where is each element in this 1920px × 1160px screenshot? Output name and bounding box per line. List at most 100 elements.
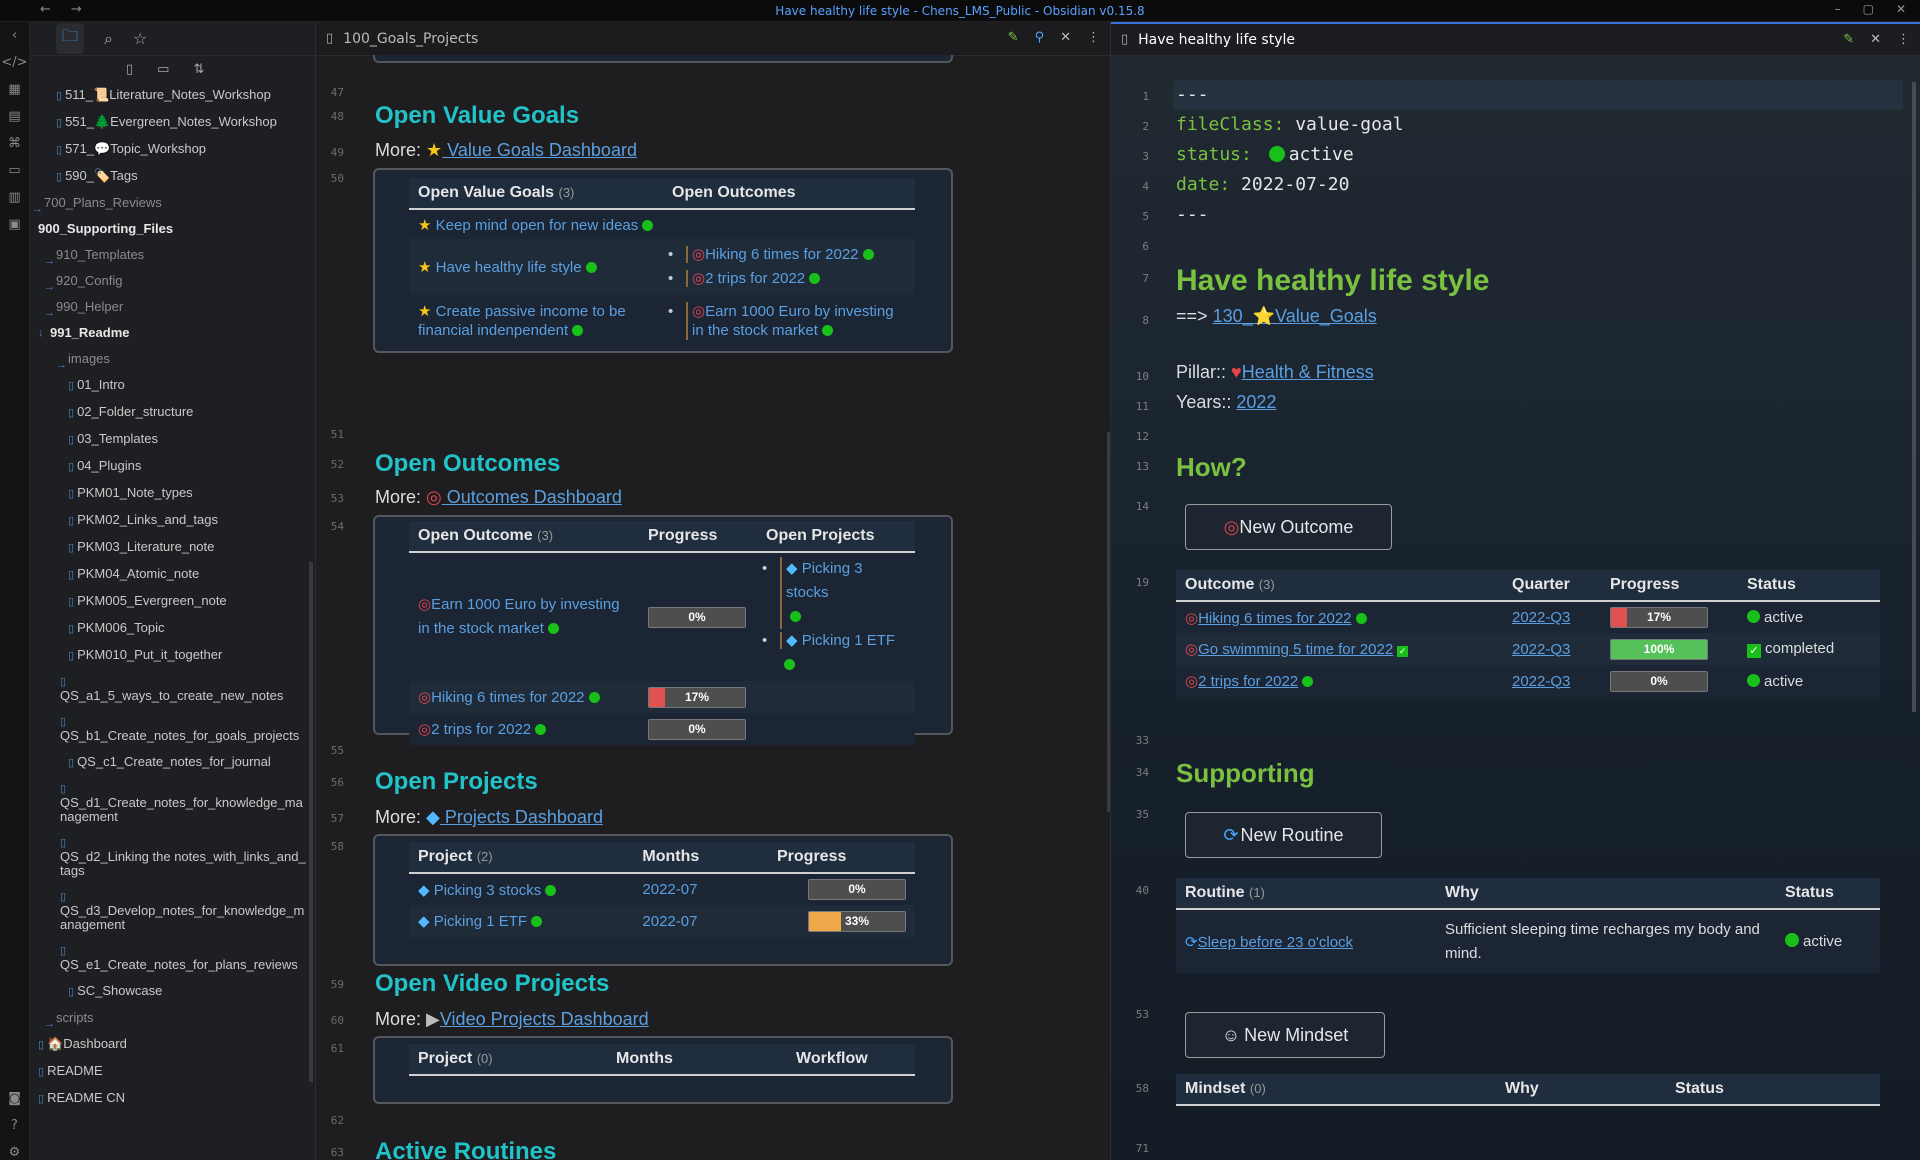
table-icon[interactable]: ▥ bbox=[8, 190, 20, 205]
routine-cell[interactable]: ⟳Sleep before 23 o'clock bbox=[1176, 909, 1436, 973]
tree-item[interactable]: ▯ PKM01_Note_types bbox=[30, 480, 315, 507]
chevron-right-icon[interactable]: → bbox=[32, 202, 43, 216]
close-icon[interactable]: ✕ bbox=[1060, 30, 1071, 45]
col-header[interactable]: Months bbox=[607, 1044, 787, 1076]
outcome-cell[interactable]: ◎Earn 1000 Euro by investing in the stoc… bbox=[409, 552, 639, 681]
tree-item[interactable]: ▯ PKM006_Topic bbox=[30, 615, 315, 642]
col-header[interactable]: Open Value Goals (3) bbox=[409, 178, 663, 210]
new-outcome-button[interactable]: ◎ New Outcome bbox=[1185, 504, 1392, 550]
project-link[interactable]: Picking 3 stocks bbox=[786, 560, 863, 601]
tree-item[interactable]: → 990_Helper bbox=[30, 294, 315, 320]
outcome-cell[interactable]: ◎Hiking 6 times for 2022 bbox=[1176, 601, 1503, 633]
tree-item[interactable]: → 700_Plans_Reviews bbox=[30, 190, 315, 216]
col-header[interactable]: Status bbox=[1666, 1074, 1880, 1106]
frontmatter-fileclass[interactable]: fileClass: value-goal bbox=[1176, 114, 1404, 135]
chevron-right-icon[interactable]: → bbox=[44, 280, 55, 294]
project-link[interactable]: Picking 1 ETF bbox=[434, 913, 527, 930]
settings-icon[interactable]: ⚙ bbox=[9, 1145, 21, 1160]
tree-item[interactable]: ▯ README bbox=[30, 1058, 315, 1085]
tree-item[interactable]: → 910_Templates bbox=[30, 242, 315, 268]
tree-item[interactable]: ▯ QS_e1_Create_notes_for_plans_reviews bbox=[30, 938, 315, 978]
frontmatter-date[interactable]: date: 2022-07-20 bbox=[1176, 174, 1349, 195]
new-mindset-button[interactable]: ☺ New Mindset bbox=[1185, 1012, 1385, 1058]
col-header[interactable]: Project (2) bbox=[409, 842, 634, 874]
right-tab-header[interactable]: ▯ Have healthy life style ✎ ✕ ⋮ bbox=[1111, 22, 1920, 56]
col-header[interactable]: Outcome (3) bbox=[1176, 570, 1503, 602]
chevron-down-icon[interactable]: ↓ bbox=[38, 326, 44, 340]
new-folder-icon[interactable]: ▭ bbox=[157, 62, 169, 77]
help-icon[interactable]: ? bbox=[11, 1118, 18, 1133]
col-header[interactable]: Routine (1) bbox=[1176, 878, 1436, 910]
tree-item[interactable]: ▯ README CN bbox=[30, 1085, 315, 1112]
search-icon[interactable]: ⌕ bbox=[104, 29, 113, 49]
tree-item[interactable]: ▯ PKM03_Literature_note bbox=[30, 534, 315, 561]
tree-item[interactable]: ▯ 511_📜Literature_Notes_Workshop bbox=[30, 82, 315, 109]
tree-item[interactable]: ▯ PKM010_Put_it_together bbox=[30, 642, 315, 669]
col-header[interactable]: Progress bbox=[768, 842, 915, 874]
tree-item[interactable]: ▯ QS_b1_Create_notes_for_goals_projects bbox=[30, 709, 315, 749]
star-icon[interactable]: ☆ bbox=[133, 29, 147, 48]
col-header[interactable]: Quarter bbox=[1503, 570, 1601, 602]
outcomes-dashboard-link[interactable]: Outcomes Dashboard bbox=[442, 487, 622, 507]
col-header[interactable]: Open Outcome (3) bbox=[409, 521, 639, 553]
list-item[interactable]: ◆ Picking 1 ETF bbox=[762, 629, 906, 677]
list-item[interactable]: ◎Hiking 6 times for 2022 bbox=[668, 243, 906, 267]
quarter-link[interactable]: 2022-Q3 bbox=[1503, 601, 1601, 633]
tree-item[interactable]: ▯ SC_Showcase bbox=[30, 978, 315, 1005]
calendar-icon[interactable]: ▦ bbox=[8, 82, 20, 97]
frontmatter-status[interactable]: status: active bbox=[1176, 144, 1354, 165]
code-icon[interactable]: </> bbox=[1, 55, 27, 70]
more-options-icon[interactable]: ⋮ bbox=[1087, 30, 1100, 45]
goal-link[interactable]: Create passive income to be financial in… bbox=[418, 303, 626, 339]
col-header[interactable]: Months bbox=[633, 842, 768, 874]
project-link[interactable]: Picking 3 stocks bbox=[434, 882, 542, 899]
tree-item[interactable]: → images bbox=[30, 346, 315, 372]
new-note-icon[interactable]: ▯ bbox=[126, 62, 133, 77]
tree-item[interactable]: ▯ 03_Templates bbox=[30, 426, 315, 453]
outcome-link[interactable]: Go swimming 5 time for 2022 bbox=[1198, 641, 1393, 658]
tree-item[interactable]: ▯ PKM005_Evergreen_note bbox=[30, 588, 315, 615]
folder-icon[interactable]: 🗀 bbox=[56, 23, 85, 54]
col-header[interactable]: Status bbox=[1776, 878, 1880, 910]
col-header[interactable]: Mindset (0) bbox=[1176, 1074, 1496, 1106]
new-routine-button[interactable]: ⟳ New Routine bbox=[1185, 812, 1382, 858]
list-item[interactable]: ◎2 trips for 2022 bbox=[668, 267, 906, 291]
project-cell[interactable]: ◆ Picking 3 stocks bbox=[409, 873, 634, 905]
tree-item[interactable]: ▯ 04_Plugins bbox=[30, 453, 315, 480]
value-goals-dashboard-link[interactable]: Value Goals Dashboard bbox=[442, 140, 637, 160]
col-header[interactable]: Status bbox=[1738, 570, 1880, 602]
outcome-link[interactable]: Earn 1000 Euro by investing in the stock… bbox=[418, 596, 620, 637]
col-header[interactable]: Progress bbox=[639, 521, 757, 553]
nav-arrows[interactable]: ←→ bbox=[40, 2, 102, 17]
tree-item[interactable]: ▯ PKM04_Atomic_note bbox=[30, 561, 315, 588]
graph-icon[interactable]: ⌘ bbox=[8, 136, 21, 151]
months-cell[interactable]: 2022-07 bbox=[633, 873, 768, 905]
tree-item[interactable]: ▯ QS_a1_5_ways_to_create_new_notes bbox=[30, 669, 315, 709]
tree-item[interactable]: ▯ QS_c1_Create_notes_for_journal bbox=[30, 749, 315, 776]
slides-icon[interactable]: ▭ bbox=[8, 163, 20, 178]
outcome-link[interactable]: Earn 1000 Euro by investing in the stock… bbox=[692, 303, 894, 339]
vault-icon[interactable]: ◙ bbox=[8, 1091, 21, 1106]
goal-cell[interactable]: ★ Keep mind open for new ideas bbox=[409, 209, 663, 239]
tree-item[interactable]: ▯ 02_Folder_structure bbox=[30, 399, 315, 426]
sort-icon[interactable]: ⇅ bbox=[193, 62, 204, 77]
close-icon[interactable]: ✕ bbox=[1870, 32, 1881, 47]
pillar-link[interactable]: Health & Fitness bbox=[1242, 362, 1374, 382]
tree-item[interactable]: ↓ 991_Readme bbox=[30, 320, 315, 346]
routine-link[interactable]: Sleep before 23 o'clock bbox=[1198, 934, 1353, 951]
tree-item[interactable]: ▯ PKM02_Links_and_tags bbox=[30, 507, 315, 534]
quarter-link[interactable]: 2022-Q3 bbox=[1503, 665, 1601, 697]
project-link[interactable]: Picking 1 ETF bbox=[802, 632, 895, 649]
chevron-right-icon[interactable]: → bbox=[44, 254, 55, 268]
years-link[interactable]: 2022 bbox=[1236, 392, 1276, 412]
outcome-link[interactable]: 2 trips for 2022 bbox=[705, 270, 805, 287]
sidebar-scrollbar[interactable] bbox=[309, 562, 313, 1082]
chevron-right-icon[interactable]: → bbox=[56, 358, 67, 372]
chevron-right-icon[interactable]: → bbox=[44, 306, 55, 320]
edit-icon[interactable]: ✎ bbox=[1008, 30, 1019, 45]
chevron-down-icon[interactable]: ↓ bbox=[30, 222, 32, 236]
tree-item[interactable]: → 920_Config bbox=[30, 268, 315, 294]
quarter-link[interactable]: 2022-Q3 bbox=[1503, 633, 1601, 665]
outcome-cell[interactable]: ◎Hiking 6 times for 2022 bbox=[409, 681, 639, 713]
tree-item[interactable]: ▯ QS_d2_Linking the notes_with_links_and_… bbox=[30, 830, 315, 884]
